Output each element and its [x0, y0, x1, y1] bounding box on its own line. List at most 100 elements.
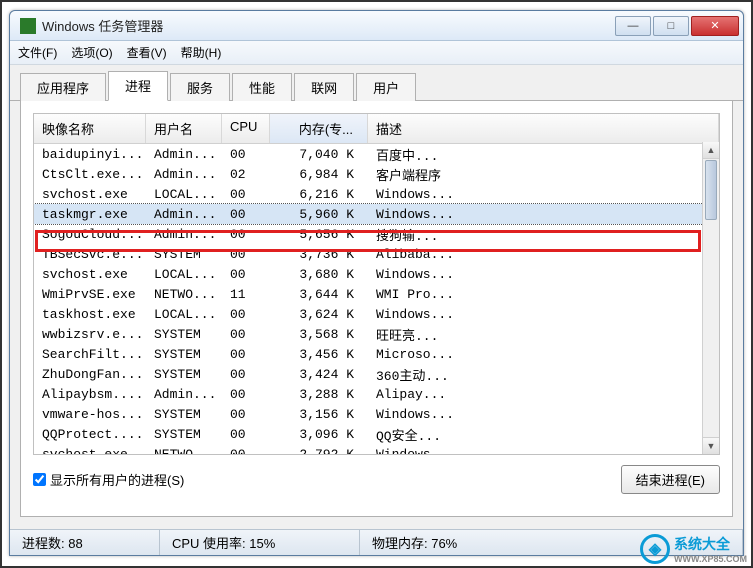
table-row[interactable]: svchost.exeNETWO...002,792 KWindows...: [34, 444, 719, 455]
table-row[interactable]: svchost.exeLOCAL...003,680 KWindows...: [34, 264, 719, 284]
tabbar: 应用程序 进程 服务 性能 联网 用户: [10, 75, 743, 101]
table-row[interactable]: CtsClt.exe...Admin...026,984 K客户端程序: [34, 164, 719, 184]
cell-image: svchost.exe: [34, 447, 146, 456]
cell-image: QQProtect....: [34, 427, 146, 442]
cell-cpu: 00: [222, 207, 270, 222]
table-row[interactable]: ZhuDongFan...SYSTEM003,424 K360主动...: [34, 364, 719, 384]
cell-image: svchost.exe: [34, 187, 146, 202]
cell-mem: 5,960 K: [270, 207, 368, 222]
cell-mem: 2,792 K: [270, 447, 368, 456]
watermark-logo-icon: ◈: [640, 534, 670, 564]
task-manager-window: Windows 任务管理器 — □ ✕ 文件(F) 选项(O) 查看(V) 帮助…: [9, 10, 744, 556]
minimize-button[interactable]: —: [615, 16, 651, 36]
cell-user: NETWO...: [146, 447, 222, 456]
cell-cpu: 00: [222, 407, 270, 422]
cell-desc: WMI Pro...: [368, 287, 719, 302]
watermark: ◈ 系统大全 WWW.XP85.COM: [640, 534, 747, 564]
table-row[interactable]: Alipaybsm....Admin...003,288 KAlipay...: [34, 384, 719, 404]
table-header: 映像名称 用户名 CPU 内存(专... 描述: [34, 114, 719, 144]
table-row[interactable]: WmiPrvSE.exeNETWO...113,644 KWMI Pro...: [34, 284, 719, 304]
table-row[interactable]: TBSecSvc.e...SYSTEM003,736 KAlibaba...: [34, 244, 719, 264]
col-memory[interactable]: 内存(专...: [270, 114, 368, 143]
table-row[interactable]: SearchFilt...SYSTEM003,456 KMicroso...: [34, 344, 719, 364]
cell-mem: 3,288 K: [270, 387, 368, 402]
cell-cpu: 00: [222, 327, 270, 342]
cell-mem: 3,624 K: [270, 307, 368, 322]
cell-mem: 6,984 K: [270, 167, 368, 182]
col-cpu[interactable]: CPU: [222, 114, 270, 143]
col-description[interactable]: 描述: [368, 114, 719, 143]
cell-cpu: 02: [222, 167, 270, 182]
close-button[interactable]: ✕: [691, 16, 739, 36]
table-row[interactable]: svchost.exeLOCAL...006,216 KWindows...: [34, 184, 719, 204]
table-row[interactable]: vmware-hos...SYSTEM003,156 KWindows...: [34, 404, 719, 424]
cell-cpu: 00: [222, 347, 270, 362]
cell-desc: 360主动...: [368, 365, 719, 384]
table-row[interactable]: taskhost.exeLOCAL...003,624 KWindows...: [34, 304, 719, 324]
col-username[interactable]: 用户名: [146, 114, 222, 143]
vertical-scrollbar[interactable]: ▲ ▼: [702, 142, 719, 454]
cell-cpu: 00: [222, 367, 270, 382]
show-all-users-input[interactable]: [33, 473, 46, 486]
cell-cpu: 00: [222, 447, 270, 456]
tab-performance[interactable]: 性能: [232, 73, 292, 101]
scroll-down-arrow[interactable]: ▼: [703, 437, 719, 454]
cell-image: ZhuDongFan...: [34, 367, 146, 382]
cell-user: Admin...: [146, 207, 222, 222]
scroll-thumb[interactable]: [705, 160, 717, 220]
cell-mem: 3,736 K: [270, 247, 368, 262]
cell-image: SogouCloud...: [34, 227, 146, 242]
cell-desc: Windows...: [368, 267, 719, 282]
window-title: Windows 任务管理器: [42, 16, 615, 35]
cell-desc: 旺旺亮...: [368, 325, 719, 344]
end-process-button[interactable]: 结束进程(E): [621, 465, 720, 494]
table-row[interactable]: wwbizsrv.e...SYSTEM003,568 K旺旺亮...: [34, 324, 719, 344]
table-row[interactable]: taskmgr.exeAdmin...005,960 KWindows...: [34, 204, 719, 224]
app-icon: [20, 18, 36, 34]
menu-view[interactable]: 查看(V): [127, 44, 167, 61]
cell-desc: 百度中...: [368, 145, 719, 164]
cell-mem: 3,096 K: [270, 427, 368, 442]
cell-image: wwbizsrv.e...: [34, 327, 146, 342]
cell-image: taskhost.exe: [34, 307, 146, 322]
cell-cpu: 11: [222, 287, 270, 302]
cell-user: SYSTEM: [146, 367, 222, 382]
maximize-button[interactable]: □: [653, 16, 689, 36]
cell-desc: Windows...: [368, 187, 719, 202]
cell-user: SYSTEM: [146, 327, 222, 342]
tab-processes[interactable]: 进程: [108, 71, 168, 101]
cell-user: SYSTEM: [146, 427, 222, 442]
titlebar[interactable]: Windows 任务管理器 — □ ✕: [10, 11, 743, 41]
process-table: 映像名称 用户名 CPU 内存(专... 描述 baidupinyi...Adm…: [33, 113, 720, 455]
table-row[interactable]: baidupinyi...Admin...007,040 K百度中...: [34, 144, 719, 164]
menu-options[interactable]: 选项(O): [71, 44, 112, 61]
cell-image: taskmgr.exe: [34, 207, 146, 222]
cell-cpu: 00: [222, 187, 270, 202]
tab-users[interactable]: 用户: [356, 73, 416, 101]
menu-file[interactable]: 文件(F): [18, 44, 57, 61]
cell-cpu: 00: [222, 147, 270, 162]
cell-mem: 3,644 K: [270, 287, 368, 302]
cell-desc: Alipay...: [368, 387, 719, 402]
tab-services[interactable]: 服务: [170, 73, 230, 101]
cell-mem: 3,156 K: [270, 407, 368, 422]
tab-applications[interactable]: 应用程序: [20, 73, 106, 101]
cell-desc: Microso...: [368, 347, 719, 362]
statusbar: 进程数: 88 CPU 使用率: 15% 物理内存: 76%: [10, 529, 743, 555]
cell-mem: 3,424 K: [270, 367, 368, 382]
cell-desc: Windows...: [368, 447, 719, 456]
table-body: baidupinyi...Admin...007,040 K百度中...CtsC…: [34, 144, 719, 455]
show-all-users-checkbox[interactable]: 显示所有用户的进程(S): [33, 470, 184, 489]
col-image-name[interactable]: 映像名称: [34, 114, 146, 143]
cell-image: svchost.exe: [34, 267, 146, 282]
cell-image: CtsClt.exe...: [34, 167, 146, 182]
cell-desc: 搜狗输...: [368, 225, 719, 244]
scroll-up-arrow[interactable]: ▲: [703, 142, 719, 159]
cell-user: SYSTEM: [146, 347, 222, 362]
cell-cpu: 00: [222, 247, 270, 262]
table-row[interactable]: SogouCloud...Admin...005,656 K搜狗输...: [34, 224, 719, 244]
menu-help[interactable]: 帮助(H): [181, 44, 222, 61]
tab-network[interactable]: 联网: [294, 73, 354, 101]
cell-user: Admin...: [146, 227, 222, 242]
table-row[interactable]: QQProtect....SYSTEM003,096 KQQ安全...: [34, 424, 719, 444]
